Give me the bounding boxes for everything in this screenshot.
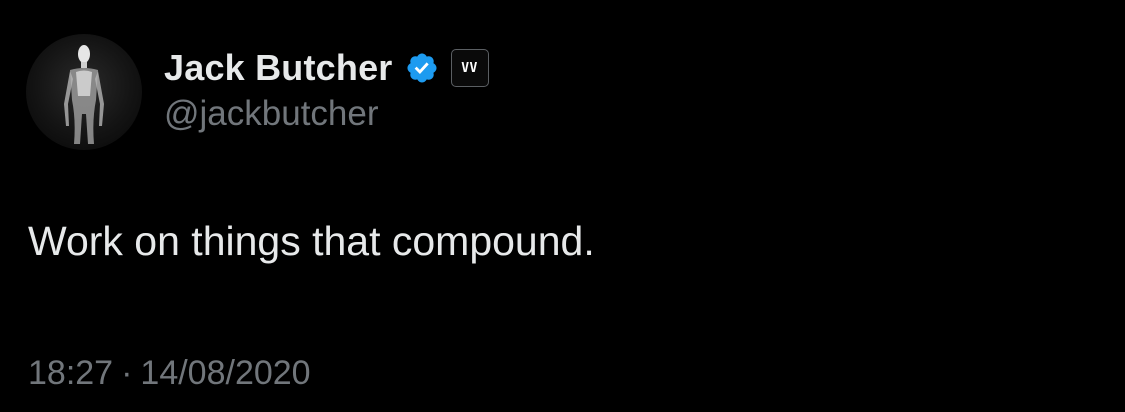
silhouette-avatar-icon [64,45,104,144]
tweet-timestamp[interactable]: 18:27 · 14/08/2020 [28,354,311,393]
tweet-time: 18:27 [28,354,114,392]
avatar[interactable] [26,34,142,150]
tweet-card: Jack Butcher VV @jackbutcher Work on thi… [0,0,1125,412]
user-handle[interactable]: @jackbutcher [164,94,379,134]
display-name[interactable]: Jack Butcher [164,47,393,89]
tweet-text: Work on things that compound. [28,218,595,264]
affiliate-badge[interactable]: VV [450,49,489,87]
author-name-row: Jack Butcher VV [164,44,489,92]
verified-badge-icon[interactable] [405,51,439,85]
meta-separator: · [121,354,133,392]
tweet-date: 14/08/2020 [140,354,311,392]
